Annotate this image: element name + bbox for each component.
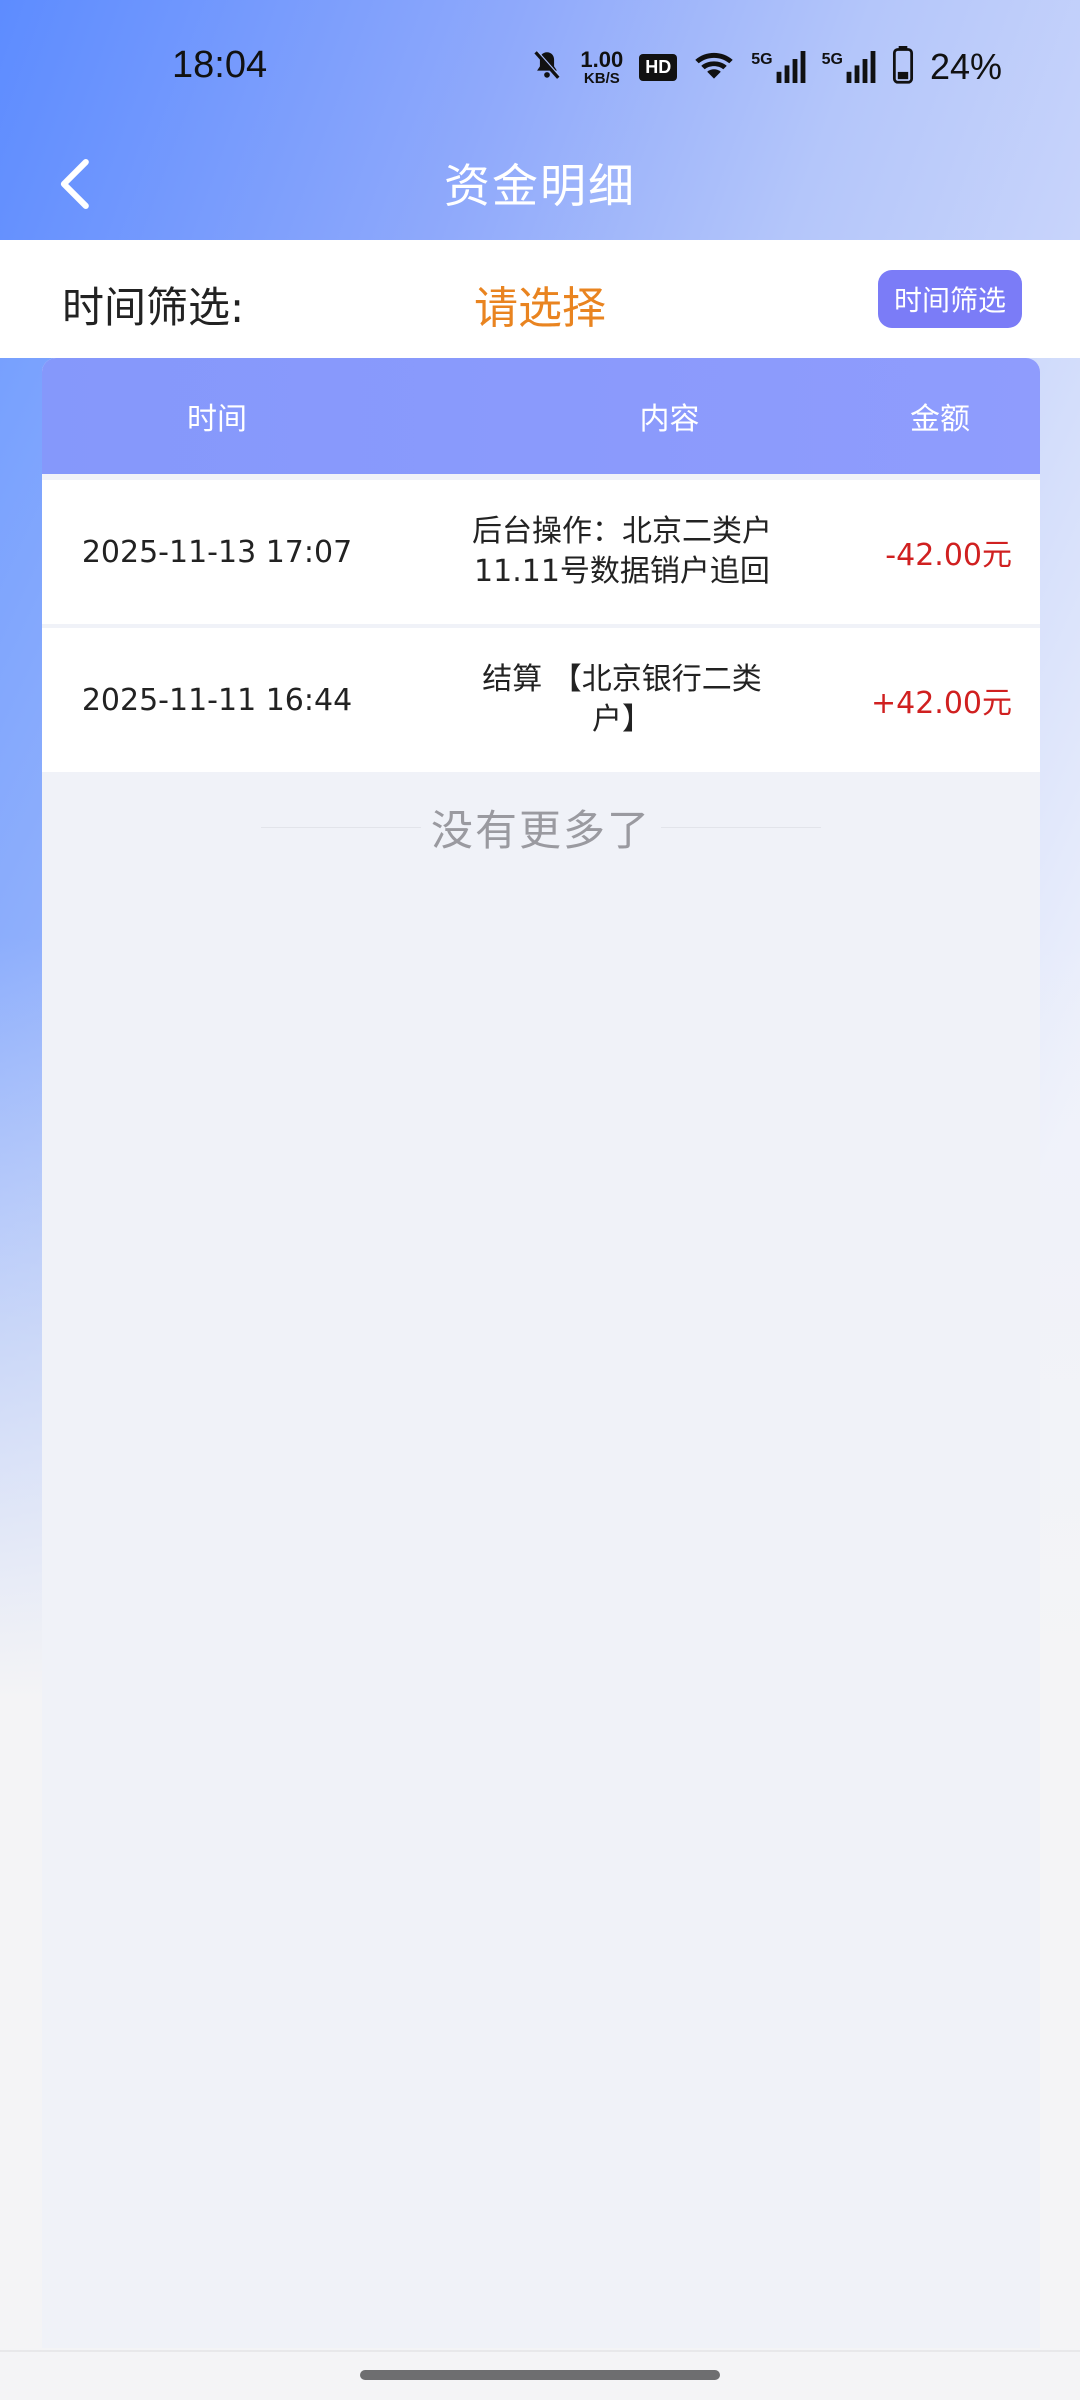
home-indicator[interactable] xyxy=(360,2370,720,2380)
status-time: 18:04 xyxy=(172,44,268,86)
header-time: 时间 xyxy=(187,402,247,437)
divider-right xyxy=(661,826,821,828)
row-amount: +42.00元 xyxy=(870,686,1012,721)
signal-strength-1: 5G xyxy=(751,51,805,83)
table-header: 时间 内容 金额 xyxy=(42,358,1040,474)
signal-strength-2: 5G xyxy=(822,51,876,83)
net-speed-value: 1.00 xyxy=(580,46,624,72)
end-of-list-text: 没有更多了 xyxy=(430,805,651,855)
status-bar: 18:04 1.00 KB/S HD 5G 5G 24% xyxy=(0,0,1080,150)
signal-bars-icon xyxy=(776,51,805,83)
header-amount: 金额 xyxy=(910,402,970,437)
row-content: 后台操作：北京二类户11.11号数据销户追回 xyxy=(472,514,772,589)
time-filter-button[interactable]: 时间筛选 xyxy=(878,270,1022,328)
row-time: 2025-11-11 16:44 xyxy=(81,682,353,718)
navigation-bar: 资金明细 xyxy=(0,130,1080,240)
net-speed-unit: KB/S xyxy=(583,69,620,87)
signal-bars-icon xyxy=(846,51,876,83)
battery-percentage: 24% xyxy=(929,46,1002,87)
fund-details-table: 时间 内容 金额 2025-11-13 17:07 后台操作：北京二类户11.1… xyxy=(42,358,1040,2348)
row-time: 2025-11-13 17:07 xyxy=(81,534,353,570)
signal-label-2: 5G xyxy=(821,51,843,68)
battery-icon xyxy=(892,46,914,88)
signal-label-1: 5G xyxy=(751,51,773,68)
table-row[interactable]: 2025-11-13 17:07 后台操作：北京二类户11.11号数据销户追回 … xyxy=(42,480,1040,624)
wifi-icon xyxy=(693,48,735,86)
row-amount: -42.00元 xyxy=(885,538,1012,573)
hd-badge: HD xyxy=(639,53,678,81)
time-filter-bar: 时间筛选: 请选择 时间筛选 xyxy=(0,240,1080,358)
mute-bell-icon xyxy=(530,48,564,86)
status-icons: 1.00 KB/S HD 5G 5G 24% xyxy=(530,46,1002,88)
page-title: 资金明细 xyxy=(444,159,636,213)
table-row[interactable]: 2025-11-11 16:44 结算 【北京银行二类户】 +42.00元 xyxy=(42,628,1040,772)
end-of-list-indicator: 没有更多了 xyxy=(42,772,1040,882)
net-speed-indicator: 1.00 KB/S xyxy=(580,46,624,87)
row-content: 结算 【北京银行二类户】 xyxy=(482,662,762,737)
divider-left xyxy=(260,826,421,828)
bottom-divider xyxy=(0,2350,1080,2352)
